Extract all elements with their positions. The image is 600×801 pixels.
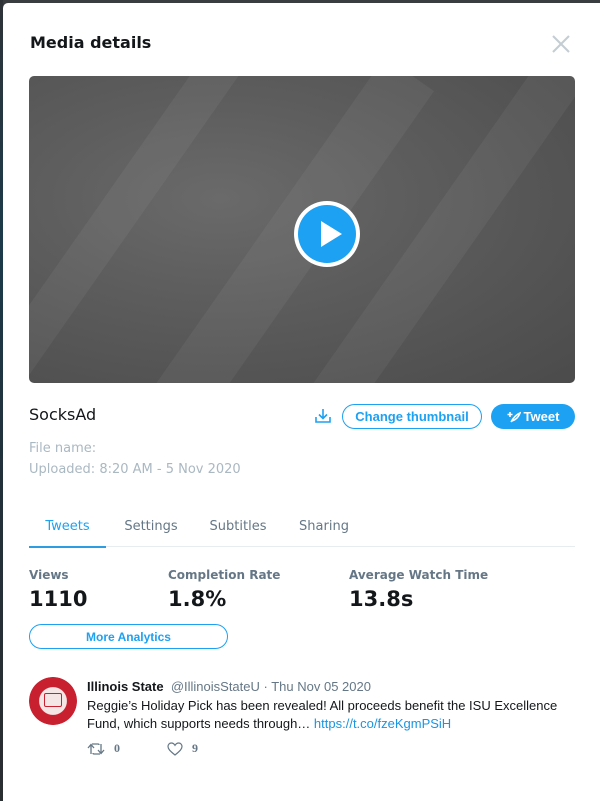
average-watch-time-value: 13.8s (349, 587, 414, 611)
download-icon (315, 409, 331, 423)
more-analytics-button[interactable]: More Analytics (29, 624, 228, 649)
uploaded-label: Uploaded: 8:20 AM - 5 Nov 2020 (29, 462, 241, 477)
retweet-icon (87, 742, 105, 755)
video-preview[interactable] (29, 76, 575, 383)
like-button[interactable]: 9 (167, 741, 198, 756)
change-thumbnail-button[interactable]: Change thumbnail (342, 404, 482, 429)
more-analytics-label: More Analytics (86, 629, 171, 644)
tweet-handle-text: @IllinoisStateU (170, 679, 260, 694)
tweet-text: Reggie’s Holiday Pick has been revealed!… (87, 697, 575, 733)
completion-rate-label: Completion Rate (168, 568, 281, 582)
tweet-author-name[interactable]: Illinois State (87, 679, 164, 694)
tweet-author-handle[interactable]: @IllinoisStateU (167, 679, 260, 694)
file-name-label: File name: (29, 441, 97, 456)
university-seal-icon (44, 693, 62, 707)
compose-icon (507, 411, 521, 422)
media-title: SocksAd (29, 405, 97, 424)
tweet-header: Illinois State @IllinoisStateU · Thu Nov… (87, 679, 371, 694)
completion-rate-value: 1.8% (168, 587, 227, 611)
like-count: 9 (192, 741, 198, 755)
tweet-button[interactable]: Tweet (491, 404, 575, 429)
views-label: Views (29, 568, 69, 582)
close-button[interactable] (550, 33, 572, 55)
play-triangle (321, 221, 342, 247)
tweet-item[interactable]: Illinois State @IllinoisStateU · Thu Nov… (29, 677, 575, 767)
tweet-separator: · (259, 679, 272, 694)
modal-title: Media details (30, 33, 152, 52)
tab-subtitles[interactable]: Subtitles (201, 506, 275, 547)
play-button[interactable] (294, 201, 360, 267)
play-icon (298, 205, 356, 263)
tab-tweets[interactable]: Tweets (29, 506, 106, 548)
retweet-count: 0 (114, 741, 120, 755)
avatar[interactable] (29, 677, 77, 725)
views-value: 1110 (29, 587, 88, 611)
tweet-button-label: Tweet (523, 409, 560, 424)
tab-bar: Tweets Settings Subtitles Sharing (29, 506, 575, 548)
tab-settings[interactable]: Settings (111, 506, 191, 547)
retweet-button[interactable]: 0 (87, 741, 120, 756)
close-icon (552, 35, 570, 53)
average-watch-time-label: Average Watch Time (349, 568, 489, 582)
change-thumbnail-label: Change thumbnail (355, 409, 469, 424)
tweet-date: Thu Nov 05 2020 (271, 679, 371, 694)
heart-icon (167, 741, 183, 756)
download-button[interactable] (313, 406, 333, 426)
media-details-modal: Media details SocksAd File name: Uploade… (3, 3, 600, 801)
tweet-link[interactable]: https://t.co/fzeKgmPSiH (314, 716, 451, 731)
tab-sharing[interactable]: Sharing (289, 506, 359, 547)
